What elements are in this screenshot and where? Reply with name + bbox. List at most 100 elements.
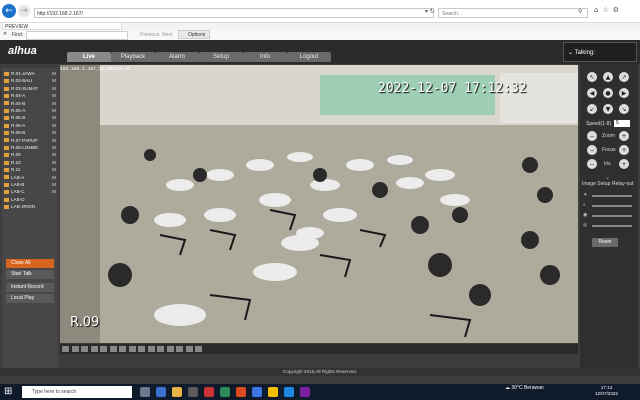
find-next-button[interactable]: Next	[162, 32, 172, 38]
camera-list-item[interactable]: R.05-B M	[4, 114, 56, 121]
video-control-button-icon[interactable]	[81, 346, 88, 352]
tab-alarm[interactable]: Alarm	[155, 52, 199, 62]
contrast-slider[interactable]	[592, 205, 632, 207]
chevron-down-icon[interactable]: ⌄	[605, 174, 610, 181]
camera-list-item[interactable]: R.02-BALI M	[4, 77, 56, 84]
camera-list-item[interactable]: LAB-C M	[4, 188, 56, 195]
camera-list-item[interactable]: R.10 M	[4, 159, 56, 166]
ptz-down-left-icon[interactable]: ↙	[587, 104, 597, 114]
camera-list-item[interactable]: R.11 M	[4, 166, 56, 173]
camera-stream-mark[interactable]: M	[52, 114, 56, 121]
ptz-up-icon[interactable]: ▲	[603, 72, 613, 82]
back-arrow-icon[interactable]: ←	[2, 4, 16, 18]
video-control-button-icon[interactable]	[119, 346, 126, 352]
live-video-feed[interactable]: 192.168.2.167_12_90kbps_M 2022-12-07 17:…	[60, 65, 578, 343]
saturation-slider[interactable]	[592, 215, 632, 217]
mail-icon[interactable]	[204, 387, 214, 397]
browser-search-input[interactable]: Search...	[438, 8, 588, 18]
internet-explorer-icon[interactable]	[284, 387, 294, 397]
video-control-button-icon[interactable]	[176, 346, 183, 352]
camera-stream-mark[interactable]: M	[52, 144, 56, 151]
app-icon-1[interactable]	[220, 387, 230, 397]
focus-in-icon[interactable]: +	[619, 145, 629, 155]
camera-list-item[interactable]: R.07-PAPUP M	[4, 137, 56, 144]
video-control-button-icon[interactable]	[195, 346, 202, 352]
search-icon[interactable]: ⚲	[578, 8, 582, 15]
ptz-up-left-icon[interactable]: ↖	[587, 72, 597, 82]
camera-list-item[interactable]: R.05-A M	[4, 107, 56, 114]
weather-widget[interactable]: ☁ 30°C Berawan	[505, 385, 544, 391]
camera-stream-mark[interactable]: M	[52, 151, 56, 158]
find-input[interactable]	[26, 31, 128, 40]
camera-stream-mark[interactable]: M	[52, 85, 56, 92]
refresh-icon[interactable]: ▾ ↻	[425, 8, 435, 15]
camera-list-item[interactable]: LAB-B M	[4, 181, 56, 188]
camera-list-item[interactable]: R.08-LOMBK M	[4, 144, 56, 151]
camera-stream-mark[interactable]: M	[52, 107, 56, 114]
camera-stream-mark[interactable]: M	[52, 181, 56, 188]
camera-stream-mark[interactable]: M	[52, 174, 56, 181]
app-icon-3[interactable]	[252, 387, 262, 397]
camera-list-item[interactable]: R.06-A M	[4, 122, 56, 129]
zoom-in-icon[interactable]: +	[619, 131, 629, 141]
iris-in-icon[interactable]: +	[619, 159, 629, 169]
browser-tab[interactable]: PREVIEW	[2, 22, 122, 30]
forward-arrow-icon[interactable]: →	[18, 5, 30, 17]
local-play-button[interactable]: Local Play	[6, 294, 54, 303]
camera-stream-mark[interactable]: M	[52, 129, 56, 136]
ptz-down-icon[interactable]: ▼	[603, 104, 613, 114]
camera-list-item[interactable]: R.04-A M	[4, 92, 56, 99]
camera-list-item[interactable]: R.04-B M	[4, 100, 56, 107]
video-control-button-icon[interactable]	[109, 346, 117, 352]
tab-setup[interactable]: Setup	[199, 52, 243, 62]
task-view-icon[interactable]	[140, 387, 150, 397]
video-control-button-icon[interactable]	[71, 346, 79, 352]
image-setup-tab[interactable]: Image Setup	[582, 181, 610, 187]
app-icon-2[interactable]	[236, 387, 246, 397]
camera-stream-mark[interactable]: M	[52, 188, 56, 195]
ptz-down-right-icon[interactable]: ↘	[619, 104, 629, 114]
edge-icon[interactable]	[156, 387, 166, 397]
camera-list-item[interactable]: LAB-D	[4, 196, 56, 203]
find-previous-button[interactable]: Previous	[140, 32, 159, 38]
video-control-button-icon[interactable]	[157, 346, 164, 352]
taskbar-clock[interactable]: 17:13 12/07/2022	[595, 385, 618, 397]
zoom-out-icon[interactable]: −	[587, 131, 597, 141]
camera-stream-mark[interactable]: M	[52, 100, 56, 107]
start-talk-button[interactable]: Start Talk	[6, 270, 54, 279]
camera-list-item[interactable]: R.01-JAWA M	[4, 70, 56, 77]
camera-list-item[interactable]: R.06-B M	[4, 129, 56, 136]
ptz-left-icon[interactable]: ◀	[587, 88, 597, 98]
reset-button[interactable]: Reset	[592, 238, 618, 247]
speed-select[interactable]: 5	[614, 120, 630, 127]
address-bar[interactable]: http://192.168.2.167/	[34, 8, 434, 18]
windows-start-icon[interactable]: ⊞	[4, 386, 12, 397]
tab-live[interactable]: Live	[67, 52, 111, 62]
video-control-button-icon[interactable]	[128, 346, 136, 352]
taskbar-search-input[interactable]: Type here to search	[22, 386, 132, 398]
tab-logout[interactable]: Logout	[287, 52, 331, 62]
camera-list-item[interactable]: LAB-JROIN	[4, 203, 56, 210]
iris-out-icon[interactable]: −	[587, 159, 597, 169]
ptz-up-right-icon[interactable]: ↗	[619, 72, 629, 82]
video-control-button-icon[interactable]	[100, 346, 107, 352]
video-control-button-icon[interactable]	[90, 346, 98, 352]
chrome-icon[interactable]	[268, 387, 278, 397]
hue-slider[interactable]	[592, 225, 632, 227]
camera-stream-mark[interactable]: M	[52, 77, 56, 84]
camera-list-item[interactable]: LAB-A M	[4, 174, 56, 181]
video-control-button-icon[interactable]	[62, 346, 69, 352]
ptz-center-icon[interactable]: ●	[603, 88, 613, 98]
camera-stream-mark[interactable]: M	[52, 92, 56, 99]
focus-out-icon[interactable]: −	[587, 145, 597, 155]
video-control-button-icon[interactable]	[185, 346, 193, 352]
find-options-button[interactable]: Options	[178, 30, 210, 39]
close-all-button[interactable]: Close All	[6, 259, 54, 268]
video-control-button-icon[interactable]	[138, 346, 145, 352]
camera-stream-mark[interactable]: M	[52, 70, 56, 77]
camera-stream-mark[interactable]: M	[52, 159, 56, 166]
camera-list-item[interactable]: R.03-SUMAT M	[4, 85, 56, 92]
camera-stream-mark[interactable]: M	[52, 166, 56, 173]
camera-list-item[interactable]: R.09 M	[4, 151, 56, 158]
close-icon[interactable]: ✕	[3, 31, 7, 37]
